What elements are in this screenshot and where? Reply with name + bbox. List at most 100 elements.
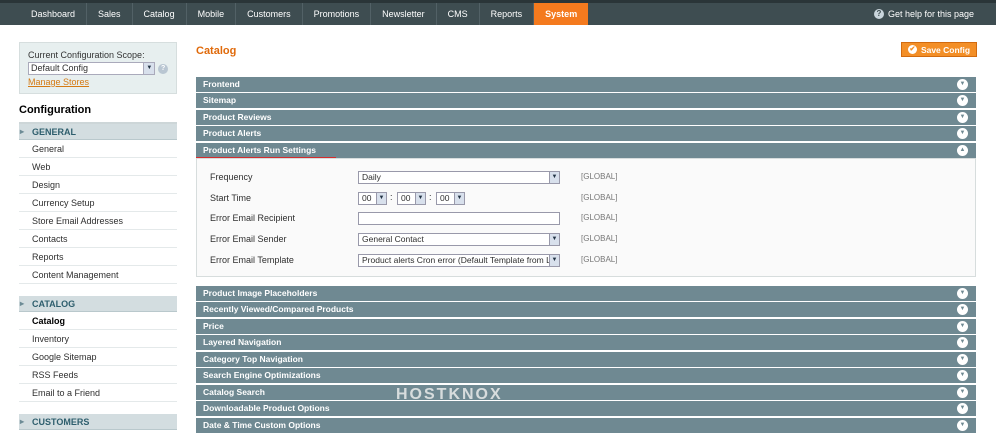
group-catalog-search[interactable]: Catalog Search ▼: [196, 385, 976, 400]
group-search-engine-optimizations[interactable]: Search Engine Optimizations ▼: [196, 368, 976, 383]
sidebar-spacer: [19, 284, 177, 296]
help-icon[interactable]: ?: [158, 63, 168, 74]
page-title: Catalog: [196, 45, 237, 57]
nav-tab-mobile[interactable]: Mobile: [187, 3, 237, 25]
group-label: Search Engine Optimizations: [203, 370, 321, 380]
scope-tag: [GLOBAL]: [581, 255, 618, 264]
nav-tab-customers[interactable]: Customers: [236, 3, 303, 25]
group-price[interactable]: Price ▼: [196, 319, 976, 334]
group-product-alerts[interactable]: Product Alerts ▼: [196, 126, 976, 141]
help-icon: ?: [873, 9, 884, 19]
sidebar-item-contacts[interactable]: Contacts: [19, 230, 177, 248]
watermark-logo: HOSTKNOX: [396, 386, 503, 403]
group-label: Date & Time Custom Options: [203, 420, 321, 430]
chevron-down-icon: ▼: [143, 63, 155, 74]
select-value: General Contact: [362, 234, 424, 244]
start-second-select[interactable]: 00 ▼: [436, 192, 465, 205]
sidebar-item-content-management[interactable]: Content Management: [19, 266, 177, 284]
field-label: Frequency: [210, 172, 253, 182]
sidebar-item-rss-feeds[interactable]: RSS Feeds: [19, 366, 177, 384]
group-label: Recently Viewed/Compared Products: [203, 304, 354, 314]
error-email-recipient-input[interactable]: [358, 212, 560, 225]
group-label: Product Alerts: [203, 128, 262, 138]
nav-tab-cms[interactable]: CMS: [437, 3, 480, 25]
field-label: Error Email Sender: [210, 234, 287, 244]
error-email-sender-select[interactable]: General Contact ▼: [358, 233, 560, 246]
nav-tab-reports[interactable]: Reports: [480, 3, 535, 25]
group-frontend[interactable]: Frontend ▼: [196, 77, 976, 92]
group-label: Catalog Search: [203, 387, 265, 397]
select-value: Product alerts Cron error (Default Templ…: [362, 255, 560, 265]
nav-tab-dashboard[interactable]: Dashboard: [20, 3, 88, 25]
field-error-email-recipient: Error Email Recipient [GLOBAL]: [210, 212, 970, 226]
sidebar-item-reports[interactable]: Reports: [19, 248, 177, 266]
field-frequency: Frequency Daily ▼ [GLOBAL]: [210, 171, 970, 185]
nav-tab-system[interactable]: System: [534, 3, 589, 25]
scope-tag: [GLOBAL]: [581, 213, 618, 222]
expand-icon: ▼: [957, 288, 968, 299]
scope-select[interactable]: Default Config ▼: [28, 62, 156, 75]
nav-tabs: Dashboard Sales Catalog Mobile Customers…: [20, 3, 589, 25]
collapse-icon: ▲: [957, 145, 968, 156]
select-value: Daily: [362, 172, 381, 182]
nav-tab-promotions[interactable]: Promotions: [303, 3, 372, 25]
group-category-top-navigation[interactable]: Category Top Navigation ▼: [196, 352, 976, 367]
sidebar-item-general[interactable]: General: [19, 140, 177, 158]
frequency-select[interactable]: Daily ▼: [358, 171, 560, 184]
expand-icon: ▼: [957, 95, 968, 106]
scope-label: Current Configuration Scope:: [28, 50, 145, 60]
chevron-down-icon: ▼: [549, 172, 559, 183]
sidebar-section-general[interactable]: GENERAL: [19, 124, 177, 140]
field-label: Error Email Recipient: [210, 213, 296, 223]
sidebar-title: Configuration: [19, 104, 92, 116]
start-minute-select[interactable]: 00 ▼: [397, 192, 426, 205]
nav-tab-newsletter[interactable]: Newsletter: [371, 3, 437, 25]
group-label: Category Top Navigation: [203, 354, 303, 364]
chevron-down-icon: ▼: [549, 234, 559, 245]
sidebar-item-currency-setup[interactable]: Currency Setup: [19, 194, 177, 212]
group-label: Product Reviews: [203, 112, 272, 122]
sidebar-section-customers[interactable]: CUSTOMERS: [19, 414, 177, 430]
sidebar-item-web[interactable]: Web: [19, 158, 177, 176]
field-start-time: Start Time 00 ▼ : 00 ▼ : 00 ▼ [GLOBAL]: [210, 192, 970, 206]
field-label: Start Time: [210, 193, 252, 203]
help-link[interactable]: ? Get help for this page: [873, 3, 974, 25]
sidebar-item-design[interactable]: Design: [19, 176, 177, 194]
group-label: Layered Navigation: [203, 337, 282, 347]
save-config-button[interactable]: ✔ Save Config: [901, 42, 977, 57]
expand-icon: ▼: [957, 354, 968, 365]
sidebar-spacer: [19, 402, 177, 414]
field-error-email-template: Error Email Template Product alerts Cron…: [210, 254, 970, 268]
group-layered-navigation[interactable]: Layered Navigation ▼: [196, 335, 976, 350]
field-error-email-sender: Error Email Sender General Contact ▼ [GL…: [210, 233, 970, 247]
sidebar-item-email-to-a-friend[interactable]: Email to a Friend: [19, 384, 177, 402]
scope-switcher: Current Configuration Scope: Default Con…: [19, 42, 177, 94]
expand-icon: ▼: [957, 321, 968, 332]
field-label: Error Email Template: [210, 255, 294, 265]
expand-icon: ▼: [957, 370, 968, 381]
group-product-image-placeholders[interactable]: Product Image Placeholders ▼: [196, 286, 976, 301]
group-sitemap[interactable]: Sitemap ▼: [196, 93, 976, 108]
chevron-down-icon: ▼: [549, 255, 559, 266]
group-downloadable-product-options[interactable]: Downloadable Product Options ▼: [196, 401, 976, 416]
help-text: Get help for this page: [887, 9, 974, 19]
check-icon: ✔: [907, 45, 917, 54]
select-value: 00: [362, 193, 372, 203]
group-recently-viewed-compared[interactable]: Recently Viewed/Compared Products ▼: [196, 302, 976, 317]
nav-tab-sales[interactable]: Sales: [87, 3, 133, 25]
sidebar-item-google-sitemap[interactable]: Google Sitemap: [19, 348, 177, 366]
time-separator: :: [429, 192, 432, 202]
start-hour-select[interactable]: 00 ▼: [358, 192, 387, 205]
group-product-reviews[interactable]: Product Reviews ▼: [196, 110, 976, 125]
sidebar-section-catalog[interactable]: CATALOG: [19, 296, 177, 312]
group-product-alerts-run-settings[interactable]: Product Alerts Run Settings ▲: [196, 143, 976, 158]
group-date-time-custom-options[interactable]: Date & Time Custom Options ▼: [196, 418, 976, 433]
sidebar-item-catalog[interactable]: Catalog: [19, 312, 177, 330]
error-email-template-select[interactable]: Product alerts Cron error (Default Templ…: [358, 254, 560, 267]
sidebar-item-inventory[interactable]: Inventory: [19, 330, 177, 348]
expand-icon: ▼: [957, 304, 968, 315]
expand-icon: ▼: [957, 420, 968, 431]
sidebar-item-store-email-addresses[interactable]: Store Email Addresses: [19, 212, 177, 230]
manage-stores-link[interactable]: Manage Stores: [28, 77, 168, 87]
nav-tab-catalog[interactable]: Catalog: [133, 3, 187, 25]
